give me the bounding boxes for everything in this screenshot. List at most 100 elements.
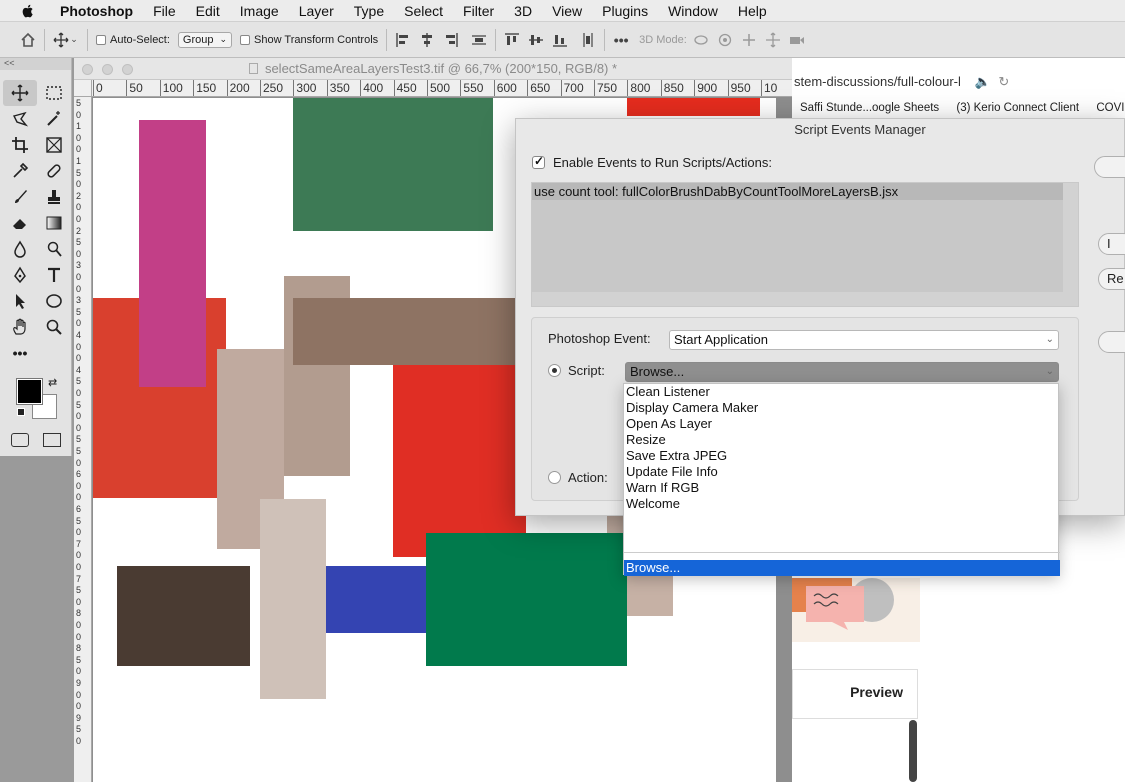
layer-shape[interactable] (139, 120, 206, 387)
brush-tool-icon[interactable] (3, 184, 37, 210)
menu-app-photoshop[interactable]: Photoshop (50, 3, 143, 19)
photoshop-event-select[interactable]: Start Application ⌄ (669, 330, 1059, 350)
layer-shape[interactable] (117, 566, 250, 666)
bookmark-item[interactable]: (3) Kerio Connect Client (956, 102, 1079, 114)
eyedropper-tool-icon[interactable] (3, 158, 37, 184)
reload-icon[interactable]: ↻ (998, 74, 1009, 89)
dropdown-option[interactable]: Open As Layer (624, 416, 1058, 432)
align-right-icon[interactable] (443, 32, 459, 48)
enable-events-checkbox[interactable] (532, 154, 545, 169)
align-left-icon[interactable] (395, 32, 411, 48)
dropdown-option[interactable]: Update File Info (624, 464, 1058, 480)
bookmark-item[interactable]: COVID (1096, 102, 1125, 114)
close-window-button[interactable] (82, 64, 93, 75)
align-middle-v-icon[interactable] (528, 32, 544, 48)
events-list[interactable]: use count tool: fullColorBrushDabByCount… (531, 182, 1079, 307)
layer-shape[interactable] (426, 533, 627, 666)
preview-tab[interactable]: Preview (792, 669, 918, 719)
align-bottom-icon[interactable] (552, 32, 568, 48)
align-center-h-icon[interactable] (419, 32, 435, 48)
enable-events-row[interactable]: Enable Events to Run Scripts/Actions: (532, 154, 772, 170)
auto-select-dropdown[interactable]: Group ⌄ (177, 31, 233, 48)
menu-view[interactable]: View (542, 3, 592, 19)
pen-tool-icon[interactable] (3, 262, 37, 288)
layer-shape[interactable] (393, 365, 526, 557)
healing-brush-tool-icon[interactable] (37, 158, 71, 184)
distribute-icon[interactable] (471, 32, 487, 48)
panel-grip[interactable] (0, 70, 71, 80)
horizontal-ruler[interactable]: 0 50 100 150 200 250 300 350 400 450 500 550 600 650 7… (92, 80, 792, 97)
dropdown-option[interactable]: Warn If RGB (624, 480, 1058, 496)
chevron-down-icon[interactable]: ⌄ (69, 32, 79, 48)
vertical-ruler[interactable]: 5010015020025030035040045050055060065070… (74, 97, 92, 782)
move-tool-icon[interactable] (53, 32, 69, 48)
show-transform-checkbox[interactable]: Show Transform Controls (240, 34, 378, 46)
speaker-icon[interactable]: 🔈 (975, 74, 991, 89)
dropdown-option[interactable]: Save Extra JPEG (624, 448, 1058, 464)
menu-plugins[interactable]: Plugins (592, 3, 658, 19)
apple-icon[interactable] (20, 3, 36, 19)
script-select[interactable]: Browse... ⌄ (625, 362, 1059, 382)
zoom-tool-icon[interactable] (37, 314, 71, 340)
zoom-window-button[interactable] (122, 64, 133, 75)
foreground-color-swatch[interactable] (16, 378, 43, 405)
minimize-window-button[interactable] (102, 64, 113, 75)
dropdown-option[interactable]: Clean Listener (624, 384, 1058, 400)
checkbox-box[interactable] (240, 34, 251, 45)
lasso-tool-icon[interactable] (3, 106, 37, 132)
bookmark-item[interactable]: Saffi Stunde...oogle Sheets (800, 102, 939, 114)
3d-camera-icon[interactable] (789, 32, 805, 48)
more-options-icon[interactable]: ••• (613, 32, 629, 48)
dodge-tool-icon[interactable] (37, 236, 71, 262)
default-colors-icon[interactable] (17, 408, 25, 416)
script-radio[interactable] (548, 364, 561, 377)
remove-button[interactable]: I (1098, 233, 1125, 255)
layer-shape[interactable] (326, 566, 426, 633)
address-bar[interactable]: stem-discussions/full-colour-l 🔈 ↻ (792, 70, 1125, 96)
layer-shape[interactable] (293, 98, 493, 231)
dropdown-option-browse[interactable]: Browse... (624, 560, 1060, 576)
distribute-v-icon[interactable] (580, 32, 596, 48)
path-selection-tool-icon[interactable] (3, 288, 37, 314)
event-list-item[interactable]: use count tool: fullColorBrushDabByCount… (532, 183, 1063, 200)
magic-wand-tool-icon[interactable] (37, 106, 71, 132)
type-tool-icon[interactable] (37, 262, 71, 288)
crop-tool-icon[interactable] (3, 132, 37, 158)
move-tool-icon[interactable] (3, 80, 37, 106)
menu-image[interactable]: Image (230, 3, 289, 19)
more-tools-icon[interactable]: ••• (3, 340, 37, 366)
clone-stamp-tool-icon[interactable] (37, 184, 71, 210)
layer-shape[interactable] (260, 499, 326, 699)
menu-select[interactable]: Select (394, 3, 453, 19)
ellipse-tool-icon[interactable] (37, 288, 71, 314)
add-button[interactable] (1098, 331, 1125, 353)
3d-pan-icon[interactable] (741, 32, 757, 48)
menu-file[interactable]: File (143, 3, 186, 19)
scrollbar[interactable] (909, 720, 917, 782)
menu-window[interactable]: Window (658, 3, 728, 19)
3d-roll-icon[interactable] (717, 32, 733, 48)
hand-tool-icon[interactable] (3, 314, 37, 340)
collapse-panel-icon[interactable]: << (0, 58, 71, 70)
menu-filter[interactable]: Filter (453, 3, 504, 19)
menu-layer[interactable]: Layer (289, 3, 344, 19)
checkbox-box[interactable] (96, 34, 106, 45)
3d-orbit-icon[interactable] (693, 32, 709, 48)
frame-tool-icon[interactable] (37, 132, 71, 158)
dropdown-option[interactable]: Resize (624, 432, 1058, 448)
dropdown-option[interactable]: Welcome (624, 496, 1058, 512)
swap-colors-icon[interactable]: ⇄ (48, 376, 57, 389)
3d-slide-icon[interactable] (765, 32, 781, 48)
document-titlebar[interactable]: selectSameAreaLayersTest3.tif @ 66,7% (2… (74, 58, 792, 80)
menu-type[interactable]: Type (344, 3, 394, 19)
align-top-icon[interactable] (504, 32, 520, 48)
auto-select-checkbox[interactable]: Auto-Select: (96, 34, 170, 46)
blur-tool-icon[interactable] (3, 236, 37, 262)
marquee-tool-icon[interactable] (37, 80, 71, 106)
menu-help[interactable]: Help (728, 3, 777, 19)
eraser-tool-icon[interactable] (3, 210, 37, 236)
ruler-origin[interactable] (74, 80, 92, 97)
action-radio[interactable] (548, 471, 561, 484)
screen-mode-icon[interactable] (43, 433, 61, 447)
gradient-tool-icon[interactable] (37, 210, 71, 236)
